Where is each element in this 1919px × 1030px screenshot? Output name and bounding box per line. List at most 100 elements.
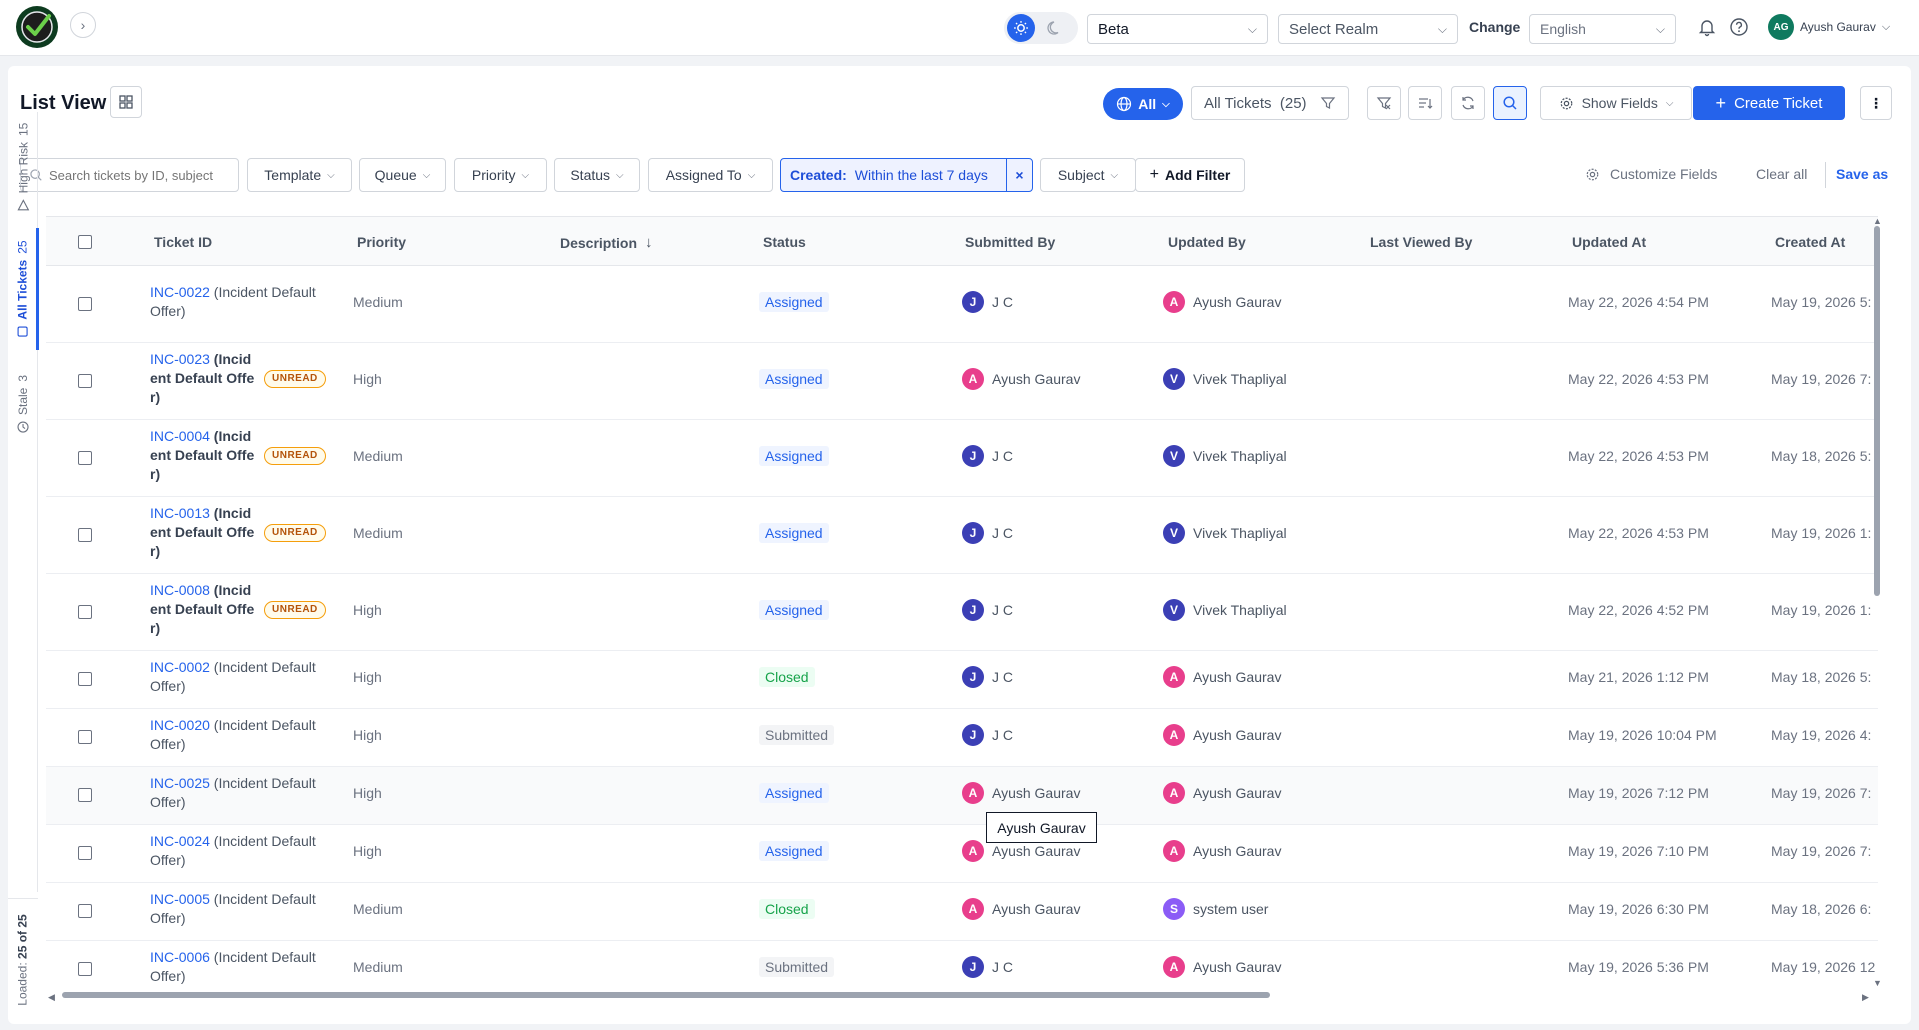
subject-filter[interactable]: Subject ⌵ <box>1040 158 1136 192</box>
ticket-id-cell[interactable]: INC-0008 (Incident Default Offer) <box>150 581 256 638</box>
expand-sidebar-button[interactable]: › <box>70 12 96 38</box>
user-menu[interactable]: AG Ayush Gaurav ⌵ <box>1768 14 1890 40</box>
table-row[interactable]: INC-0024 (Incident Default Offer) High Ass… <box>46 825 1878 883</box>
assigned-to-filter[interactable]: Assigned To ⌵ <box>648 158 773 192</box>
ticket-id-cell[interactable]: INC-0024 (Incident Default Offer) <box>150 832 326 870</box>
table-row[interactable]: INC-0023 (Incident Default Offer) UNREAD H… <box>46 343 1878 420</box>
row-checkbox[interactable] <box>78 730 92 744</box>
column-header-created-at[interactable]: Created At <box>1775 234 1845 250</box>
refresh-button[interactable] <box>1451 86 1485 120</box>
rail-tab-all-tickets[interactable]: All Tickets 25 <box>8 228 39 350</box>
table-row[interactable]: INC-0022 (Incident Default Offer) Medium A… <box>46 266 1878 343</box>
ticket-id-cell[interactable]: INC-0023 (Incident Default Offer) <box>150 350 256 407</box>
table-row[interactable]: INC-0020 (Incident Default Offer) High Sub… <box>46 709 1878 767</box>
row-checkbox[interactable] <box>78 962 92 976</box>
saved-view-select[interactable]: All Tickets (25) <box>1191 86 1349 120</box>
ticket-id-link[interactable]: INC-0024 <box>150 833 210 849</box>
ticket-id-link[interactable]: INC-0020 <box>150 717 210 733</box>
table-row[interactable]: INC-0006 (Incident Default Offer) Medium S… <box>46 941 1878 990</box>
table-row[interactable]: INC-0008 (Incident Default Offer) UNREAD H… <box>46 574 1878 651</box>
table-row[interactable]: INC-0002 (Incident Default Offer) High Clo… <box>46 651 1878 709</box>
customize-fields-link[interactable]: Customize Fields <box>1585 166 1717 182</box>
more-options-button[interactable]: ⋮ <box>1860 86 1892 120</box>
created-filter-chip[interactable]: Created: Within the last 7 days × <box>780 158 1033 192</box>
scroll-right-icon[interactable]: ▶ <box>1862 992 1869 1003</box>
search-toggle-button[interactable] <box>1493 86 1527 120</box>
row-checkbox[interactable] <box>78 296 92 311</box>
ticket-id-cell[interactable]: INC-0006 (Incident Default Offer) <box>150 948 326 986</box>
column-header-updated-by[interactable]: Updated By <box>1168 234 1246 250</box>
select-all-checkbox[interactable] <box>78 235 92 249</box>
row-checkbox[interactable] <box>78 846 92 860</box>
create-ticket-button[interactable]: + Create Ticket <box>1693 86 1845 120</box>
ticket-id-link[interactable]: INC-0013 <box>150 505 210 521</box>
show-fields-button[interactable]: Show Fields ⌵ <box>1540 86 1692 120</box>
queue-filter[interactable]: Queue ⌵ <box>359 158 446 192</box>
priority-filter[interactable]: Priority ⌵ <box>454 158 547 192</box>
ticket-id-cell[interactable]: INC-0004 (Incident Default Offer) <box>150 427 256 484</box>
rail-tab-stale[interactable]: Stale 3 <box>8 356 38 452</box>
ticket-search[interactable] <box>20 158 239 192</box>
ticket-id-link[interactable]: INC-0006 <box>150 949 210 965</box>
ticket-id-link[interactable]: INC-0005 <box>150 891 210 907</box>
row-checkbox[interactable] <box>78 672 92 686</box>
help-icon[interactable] <box>1729 17 1749 37</box>
dark-mode-moon-icon[interactable] <box>1041 14 1069 42</box>
row-checkbox[interactable] <box>78 904 92 918</box>
app-logo[interactable] <box>16 6 58 48</box>
row-checkbox[interactable] <box>78 788 92 802</box>
ticket-id-cell[interactable]: INC-0005 (Incident Default Offer) <box>150 890 326 928</box>
template-filter[interactable]: Template ⌵ <box>247 158 352 192</box>
table-row[interactable]: INC-0004 (Incident Default Offer) UNREAD M… <box>46 420 1878 497</box>
close-icon[interactable]: × <box>1006 159 1032 191</box>
avatar: A <box>1163 290 1185 313</box>
ticket-id-link[interactable]: INC-0022 <box>150 284 210 300</box>
table-row[interactable]: INC-0025 (Incident Default Offer) High Ass… <box>46 767 1878 825</box>
ticket-id-cell[interactable]: INC-0022 (Incident Default Offer) <box>150 283 326 321</box>
row-checkbox[interactable] <box>78 450 92 465</box>
column-header-ticket-id[interactable]: Ticket ID <box>154 234 212 250</box>
vertical-scrollbar[interactable] <box>1874 226 1880 596</box>
rail-tab-high-risk[interactable]: High Risk 15 <box>8 112 38 222</box>
horizontal-scrollbar-thumb[interactable] <box>62 992 1270 998</box>
scope-all-button[interactable]: All ⌵ <box>1103 88 1183 120</box>
column-header-updated-at[interactable]: Updated At <box>1572 234 1646 250</box>
row-checkbox[interactable] <box>78 373 92 388</box>
grid-view-button[interactable] <box>110 86 142 118</box>
light-mode-sun-icon[interactable] <box>1007 14 1035 42</box>
ticket-id-cell[interactable]: INC-0020 (Incident Default Offer) <box>150 716 326 754</box>
row-checkbox[interactable] <box>78 527 92 542</box>
column-header-last-viewed-by[interactable]: Last Viewed By <box>1370 234 1472 250</box>
language-select[interactable]: English ⌵ <box>1529 14 1676 44</box>
theme-toggle[interactable] <box>1004 12 1078 44</box>
horizontal-scrollbar[interactable] <box>48 990 1868 998</box>
realm-select[interactable]: Select Realm ⌵ <box>1278 14 1458 44</box>
sort-button[interactable] <box>1408 86 1442 120</box>
row-checkbox[interactable] <box>78 604 92 619</box>
status-filter[interactable]: Status ⌵ <box>554 158 640 192</box>
environment-select[interactable]: Beta ⌵ <box>1087 14 1268 44</box>
search-input[interactable] <box>49 167 229 183</box>
save-as-link[interactable]: Save as <box>1836 166 1888 182</box>
ticket-id-cell[interactable]: INC-0002 (Incident Default Offer) <box>150 658 326 696</box>
ticket-id-link[interactable]: INC-0025 <box>150 775 210 791</box>
scroll-down-icon[interactable]: ▼ <box>1873 978 1882 988</box>
ticket-id-link[interactable]: INC-0008 <box>150 582 210 598</box>
column-header-priority[interactable]: Priority <box>357 234 406 250</box>
table-row[interactable]: INC-0005 (Incident Default Offer) Medium C… <box>46 883 1878 941</box>
clear-all-link[interactable]: Clear all <box>1756 166 1807 182</box>
clear-filter-button[interactable] <box>1367 86 1401 120</box>
ticket-id-cell[interactable]: INC-0013 (Incident Default Offer) <box>150 504 256 561</box>
column-header-submitted-by[interactable]: Submitted By <box>965 234 1055 250</box>
ticket-id-link[interactable]: INC-0002 <box>150 659 210 675</box>
column-header-status[interactable]: Status <box>763 234 806 250</box>
ticket-id-cell[interactable]: INC-0025 (Incident Default Offer) <box>150 774 326 812</box>
ticket-id-link[interactable]: INC-0023 <box>150 351 210 367</box>
table-row[interactable]: INC-0013 (Incident Default Offer) UNREAD M… <box>46 497 1878 574</box>
scroll-left-icon[interactable]: ◀ <box>48 992 55 1003</box>
ticket-id-link[interactable]: INC-0004 <box>150 428 210 444</box>
add-filter-button[interactable]: + Add Filter <box>1135 158 1245 192</box>
bell-icon[interactable] <box>1697 17 1717 37</box>
column-header-description[interactable]: Description ↓ <box>560 234 653 251</box>
scroll-up-icon[interactable]: ▲ <box>1873 216 1882 226</box>
